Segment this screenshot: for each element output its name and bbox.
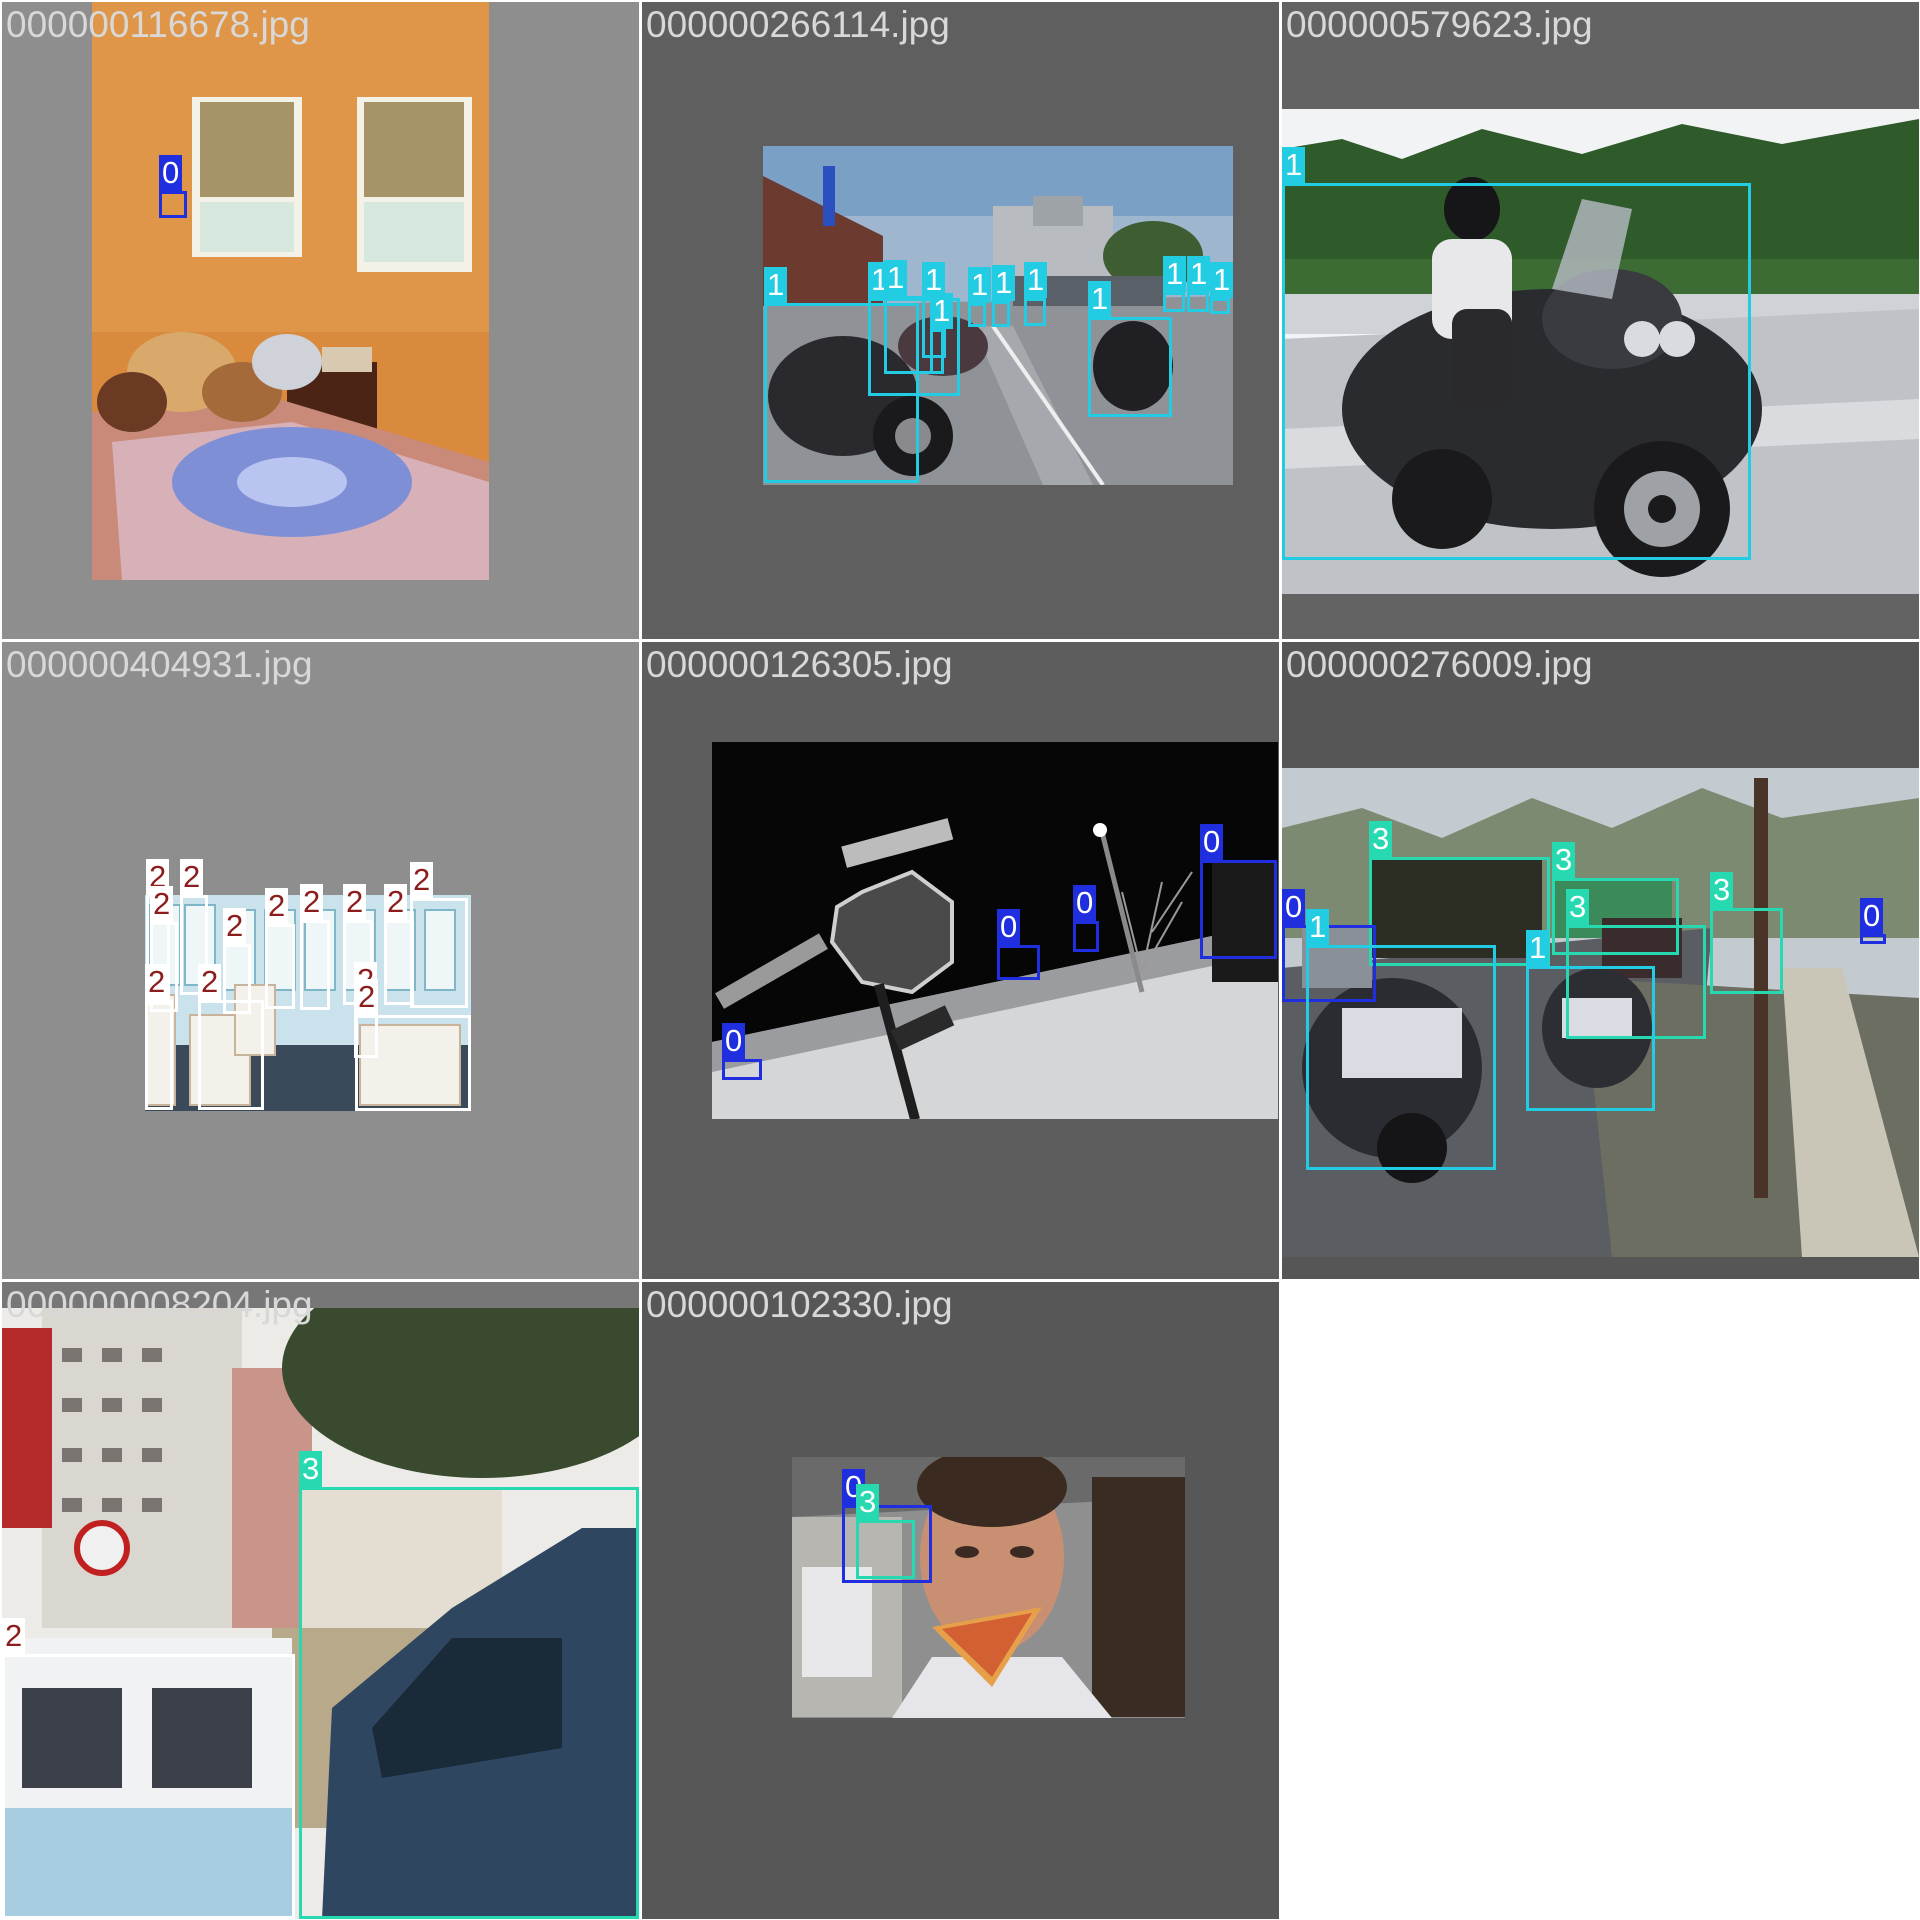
- detection-box: 1: [1088, 281, 1172, 417]
- detection-label: 0: [722, 1023, 746, 1059]
- detection-box: 0: [1073, 885, 1099, 952]
- detection-label: 2: [410, 862, 434, 898]
- scene-bedroom: [92, 2, 489, 580]
- detection-label: 2: [198, 964, 222, 1000]
- detection-box: 2: [198, 964, 264, 1110]
- detection-box: 1: [1210, 262, 1234, 314]
- detection-label: 0: [997, 909, 1021, 945]
- detection-box: 1: [1187, 256, 1211, 312]
- image-bedroom: [92, 2, 489, 580]
- detection-label: 2: [223, 908, 247, 944]
- detection-label: 3: [1552, 842, 1576, 878]
- detection-label: 2: [265, 888, 289, 924]
- detection-label: 1: [884, 260, 908, 296]
- detection-label: 1: [1306, 909, 1330, 945]
- detection-box: 2: [2, 1618, 295, 1919]
- detection-label: 2: [300, 884, 324, 920]
- detection-box: 3: [856, 1484, 915, 1579]
- detection-box: 2: [355, 979, 471, 1111]
- detection-label: 0: [1860, 898, 1884, 934]
- detection-label: 2: [180, 859, 204, 895]
- mosaic-tile-4: 2 2 2 2 2 2 2 2 2 2 2 2 2 000000404931.j…: [2, 642, 639, 1279]
- detection-box: 2: [300, 884, 330, 1010]
- detection-box: 0: [722, 1023, 762, 1080]
- detection-box: 3: [1710, 872, 1783, 994]
- detection-label: 1: [968, 267, 992, 303]
- mosaic-tile-3: 1 000000579623.jpg: [1282, 2, 1919, 639]
- mosaic-tile-5: 0 0 0 0 000000126305.jpg: [642, 642, 1279, 1279]
- image-filename: 000000404931.jpg: [6, 644, 313, 685]
- mosaic-tile-2: 1 1 1 1 1 1 1 1 1 1 1 1 000000266114.jpg: [642, 2, 1279, 639]
- detection-label: 1: [1163, 256, 1187, 292]
- mosaic-tile-7: 3 2 000000008204.jpg: [2, 1282, 639, 1919]
- detection-label: 0: [1073, 885, 1097, 921]
- detection-label: 0: [1200, 824, 1224, 860]
- detection-label: 0: [159, 155, 183, 191]
- detection-label: 2: [343, 884, 367, 920]
- detection-box: 0: [159, 155, 187, 218]
- detection-label: 2: [145, 964, 169, 1000]
- mosaic-tile-6: 3 3 3 3 0 1 1 0 000000276009.jpg: [1282, 642, 1919, 1279]
- detection-label: 0: [1282, 889, 1306, 925]
- detection-label: 1: [1187, 256, 1211, 292]
- image-filename: 000000008204.jpg: [6, 1284, 313, 1325]
- image-filename: 000000126305.jpg: [646, 644, 953, 685]
- detection-box: 2: [410, 862, 468, 1008]
- detection-label: 1: [1282, 147, 1306, 183]
- mosaic-tile-1: 0 000000116678.jpg: [2, 2, 639, 639]
- detection-box: 1: [968, 267, 992, 327]
- detection-box: 2: [145, 964, 173, 1110]
- image-filename: 000000276009.jpg: [1286, 644, 1593, 685]
- detection-box: 1: [1163, 256, 1187, 312]
- detection-label: 1: [1526, 930, 1550, 966]
- detection-box: 0: [1860, 898, 1886, 944]
- detection-label: 2: [355, 979, 379, 1015]
- detection-box: 1: [930, 293, 954, 374]
- image-filename: 000000579623.jpg: [1286, 4, 1593, 45]
- image-filename: 000000116678.jpg: [6, 4, 310, 45]
- detection-box: 0: [997, 909, 1040, 980]
- mosaic-tile-8: 0 3 000000102330.jpg: [642, 1282, 1279, 1919]
- detection-label: 3: [299, 1451, 323, 1487]
- detection-label: 3: [1566, 889, 1590, 925]
- detection-label: 3: [856, 1484, 880, 1520]
- detection-label: 2: [384, 884, 408, 920]
- image-filename: 000000102330.jpg: [646, 1284, 953, 1325]
- detection-box: 1: [1306, 909, 1496, 1170]
- image-stop-sign-night: [712, 742, 1278, 1119]
- detection-label: 1: [930, 293, 954, 329]
- detection-label: 1: [764, 267, 788, 303]
- detection-label: 1: [992, 265, 1016, 301]
- image-filename: 000000266114.jpg: [646, 4, 950, 45]
- detection-label: 3: [1710, 872, 1734, 908]
- detection-label: 2: [2, 1618, 26, 1654]
- detection-label: 1: [1024, 262, 1048, 298]
- detection-box: 3: [299, 1451, 639, 1919]
- detection-box: 1: [1024, 262, 1048, 326]
- detection-box: 1: [1282, 147, 1751, 560]
- detection-label: 3: [1369, 821, 1393, 857]
- detection-box: 0: [1200, 824, 1277, 959]
- detection-label: 1: [1088, 281, 1112, 317]
- detection-box: 2: [265, 888, 295, 1009]
- detection-box: 1: [1526, 930, 1655, 1111]
- scene-stop-sign-night: [712, 742, 1278, 1119]
- detection-box: 1: [992, 265, 1016, 327]
- detection-label: 1: [1210, 262, 1234, 298]
- detection-label: 2: [150, 886, 174, 922]
